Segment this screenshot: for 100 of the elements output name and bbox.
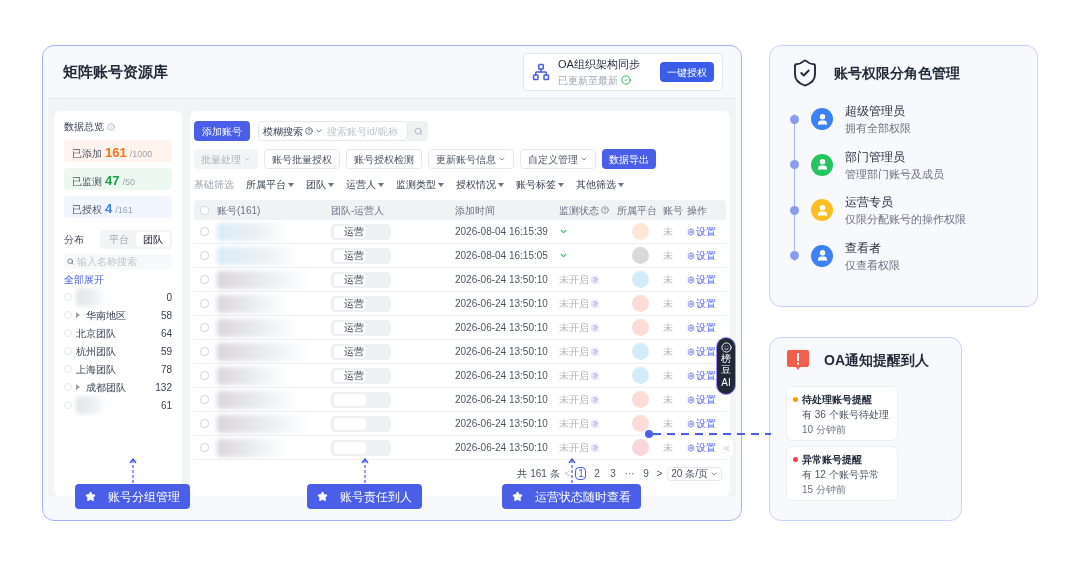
toolbar-button[interactable]: 账号授权检测	[346, 149, 422, 169]
page-button[interactable]: 2	[591, 467, 603, 480]
table-cell: 2026-08-04 16:15:39	[455, 226, 548, 237]
arrow-icon[interactable]	[591, 443, 599, 452]
ai-assistant-button[interactable]: 榜豆 AI	[716, 337, 736, 395]
checkbox[interactable]	[200, 227, 209, 236]
role-name: 运营专员	[845, 194, 894, 211]
caret-icon	[618, 182, 624, 187]
filter-dropdown[interactable]: 监测类型	[396, 177, 444, 192]
toolbar-button[interactable]: 更新账号信息	[428, 149, 514, 169]
stat-total: /161	[115, 204, 133, 217]
status-text: 未开启	[559, 393, 589, 407]
section-title: 分布	[64, 233, 84, 247]
toolbar-button[interactable]: 自定义管理	[520, 149, 596, 169]
expand-caret-icon[interactable]	[76, 312, 80, 318]
checkbox[interactable]	[200, 275, 209, 284]
checkbox[interactable]	[200, 371, 209, 380]
toolbar-button[interactable]: 账号批量授权	[264, 149, 340, 169]
stat-total: /50	[122, 176, 135, 189]
smile-icon	[720, 342, 732, 353]
stat-value: 4	[105, 200, 113, 218]
page-button[interactable]: 1	[575, 467, 587, 480]
settings-link[interactable]: 设置	[687, 224, 716, 239]
item-count: 59	[160, 344, 172, 359]
authorize-button[interactable]: 一键授权	[660, 62, 714, 82]
settings-link[interactable]: 设置	[687, 368, 716, 383]
filter-dropdown[interactable]: 运营人	[346, 177, 384, 192]
role-description: 拥有全部权限	[845, 121, 911, 136]
expand-all-link[interactable]: 全部展开	[64, 272, 172, 287]
tree-item-label[interactable]: 杭州团队	[76, 343, 116, 359]
caret-icon	[243, 155, 251, 163]
status-text: 未开启	[559, 321, 589, 335]
status-text: 未开启	[559, 297, 589, 311]
export-button[interactable]: 数据导出	[602, 149, 656, 169]
page-button[interactable]: 3	[607, 467, 619, 480]
arrow-icon[interactable]	[591, 419, 599, 428]
checkbox[interactable]	[200, 205, 209, 215]
table-cell: 2026-06-24 13:50:10	[455, 346, 548, 357]
tree-item-label[interactable]: 北京团队	[76, 325, 116, 341]
settings-link[interactable]: 设置	[687, 248, 716, 263]
arrow-icon[interactable]	[591, 395, 599, 404]
filter-dropdown[interactable]: 团队	[306, 177, 334, 192]
table-cell: 未	[663, 370, 673, 381]
operator-tag: 运营	[334, 369, 366, 382]
table-cell: 2026-06-24 13:50:10	[455, 322, 548, 333]
settings-link[interactable]: 设置	[687, 296, 716, 311]
add-account-button[interactable]: 添加账号	[194, 121, 250, 141]
table-cell: 未	[663, 442, 673, 453]
settings-link[interactable]: 设置	[687, 440, 716, 455]
filter-dropdown[interactable]: 授权情况	[456, 177, 504, 192]
caret-icon	[315, 127, 323, 135]
page-button[interactable]: 9	[640, 467, 652, 480]
filter-dropdown[interactable]: 账号标签	[516, 177, 564, 192]
arrow-icon[interactable]	[591, 371, 599, 380]
tree-item-label[interactable]: 上海团队	[76, 361, 116, 377]
table-cell: 2026-06-24 13:50:10	[455, 394, 548, 405]
checkbox[interactable]	[200, 347, 209, 356]
status-text: 未开启	[559, 345, 589, 359]
card-title: OA通知提醒到人	[824, 350, 929, 370]
checkbox[interactable]	[200, 323, 209, 332]
arrow-icon[interactable]	[591, 275, 599, 284]
settings-link[interactable]: 设置	[687, 392, 716, 407]
checkbox[interactable]	[200, 395, 209, 404]
tree-item-label[interactable]: 成都团队	[86, 379, 126, 395]
table-cell: 2026-06-24 13:50:10	[455, 274, 548, 285]
search-button[interactable]	[408, 121, 428, 141]
gear-icon	[687, 347, 695, 356]
page-size-select[interactable]: 20 条/页	[667, 466, 722, 481]
tab[interactable]: 团队	[136, 232, 170, 247]
checkbox[interactable]	[200, 299, 209, 308]
stat-total: /1000	[129, 148, 153, 161]
settings-link[interactable]: 设置	[687, 344, 716, 359]
checkbox[interactable]	[200, 251, 209, 260]
next-page-button[interactable]: >	[656, 466, 663, 481]
stat-label: 已授权	[72, 203, 102, 217]
section-title: 数据总览	[64, 120, 104, 134]
table-cell: 未	[663, 274, 673, 285]
settings-link[interactable]: 设置	[687, 320, 716, 335]
filter-dropdown[interactable]: 所属平台	[246, 177, 294, 192]
checkbox[interactable]	[200, 443, 209, 452]
tree-item-label[interactable]: 华南地区	[86, 307, 126, 323]
checkbox[interactable]	[200, 419, 209, 428]
settings-link[interactable]: 设置	[687, 272, 716, 287]
status-text: 未开启	[559, 369, 589, 383]
item-count: 0	[166, 290, 172, 305]
badge-label: 运营状态随时查看	[535, 488, 631, 506]
arrow-icon[interactable]	[591, 299, 599, 308]
table-cell: 未	[663, 418, 673, 429]
filter-dropdown[interactable]: 其他筛选	[576, 177, 624, 192]
table-cell: 未	[663, 298, 673, 309]
settings-link[interactable]: 设置	[687, 416, 716, 431]
total-count: 共 161 条	[517, 467, 560, 481]
page-button[interactable]: ···	[623, 467, 636, 480]
arrow-icon[interactable]	[591, 347, 599, 356]
blurred-placeholder	[76, 396, 106, 414]
expand-caret-icon[interactable]	[76, 384, 80, 390]
search-mode-select[interactable]: 模糊搜索	[259, 123, 327, 139]
stat-label: 已添加	[72, 147, 102, 161]
table-cell: 未	[663, 250, 673, 261]
arrow-icon[interactable]	[591, 323, 599, 332]
